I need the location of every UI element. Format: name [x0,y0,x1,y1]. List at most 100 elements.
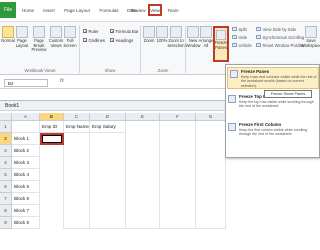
ruler-checkbox[interactable]: ✓ Ruler [83,28,99,34]
split-button[interactable]: Split [232,26,247,32]
menu-item-description: Keep the first column visible while scro… [239,128,308,137]
cell-a3[interactable]: Block 2 [12,145,40,157]
cell-a7[interactable]: Block 6 [12,193,40,205]
name-box[interactable]: B2 [4,79,48,87]
page-layout-label: Page Layout [15,38,29,48]
hide-button[interactable]: Hide [232,34,247,40]
tab-formulas[interactable]: Formulas [96,4,122,16]
select-all-corner[interactable] [0,113,12,121]
unhide-button[interactable]: Unhide [232,42,252,48]
grid-area[interactable] [90,133,126,229]
row-header[interactable]: 5 [0,169,12,181]
column-header[interactable]: B [40,113,64,121]
gridlines-label: Gridlines [88,37,106,43]
cell-d1[interactable]: Emp Salary [90,121,126,133]
normal-view-button[interactable]: Normal [1,26,15,44]
row-header[interactable]: 9 [0,217,12,229]
column-header[interactable]: E [126,113,160,121]
zoom-selection-label: Zoom to Selection [167,38,185,48]
grid-area[interactable] [196,121,226,229]
grid-area[interactable] [40,145,64,229]
cell-a2[interactable]: Block 1 [12,133,40,145]
zoom-to-selection-button[interactable]: Zoom to Selection [167,26,185,48]
zoom-button[interactable]: Zoom [143,26,155,44]
unhide-icon [232,43,237,47]
zoom-icon [143,26,155,38]
normal-view-label: Normal [1,38,15,43]
cell-a6[interactable]: Block 5 [12,181,40,193]
row-header[interactable]: 2 [0,133,12,145]
cell-a1[interactable] [12,121,40,133]
tab-insert[interactable]: Insert [40,4,58,16]
zoom-100-button[interactable]: 100% [156,26,168,44]
menu-item-description: Keep the top row visible while scrolling… [239,100,314,109]
tab-team[interactable]: Team [165,4,181,16]
split-icon [232,27,237,31]
fx-icon[interactable]: fx [60,78,64,84]
hide-label: Hide [238,34,248,40]
cell-c1[interactable]: Emp Name [64,121,90,133]
arrange-all-icon [200,26,212,38]
sync-scroll-label: Synchronous Scrolling [262,34,305,40]
grid-area[interactable] [64,133,90,229]
freeze-panes-icon [216,30,226,40]
sync-scroll-icon [256,35,261,39]
active-cell-b2[interactable] [40,133,64,145]
save-workspace-button[interactable]: Save Workspace [300,26,320,48]
page-break-icon [33,26,45,38]
freeze-panes-icon [230,70,238,78]
reset-window-position-button[interactable]: Reset Window Position [256,42,306,48]
new-window-button[interactable]: New Window [186,26,200,48]
menu-item-freeze-panes[interactable]: Freeze Panes Keep rows and columns visib… [227,67,319,89]
view-side-by-side-button[interactable]: View Side by Side [256,26,296,32]
cell-a4[interactable]: Block 3 [12,157,40,169]
column-header[interactable]: G [196,113,226,121]
workbook-views-group-label: Workbook Views [24,68,56,73]
full-screen-button[interactable]: Full Screen [63,26,77,48]
grid-area[interactable] [126,121,160,229]
column-header[interactable]: F [160,113,196,121]
tab-page-layout[interactable]: Page Layout [60,4,94,16]
arrange-all-button[interactable]: Arrange All [199,26,213,48]
formula-bar-checkbox[interactable]: ✓ Formula Bar [110,28,139,34]
gridlines-checkbox[interactable]: ✓ Gridlines [83,37,105,43]
group-divider [79,25,80,73]
headings-checkbox[interactable]: ✓ Headings [110,37,133,43]
custom-views-button[interactable]: Custom Views [49,26,63,48]
tab-view[interactable]: View [148,4,162,16]
save-workspace-label: Save Workspace [300,38,320,48]
zoom-100-label: 100% [156,38,168,43]
save-workspace-icon [305,26,317,38]
cell-a8[interactable]: Block 7 [12,205,40,217]
ribbon-tab-bar: File Home Insert Page Layout Formulas Da… [0,0,320,21]
page-layout-view-button[interactable]: Page Layout [15,26,29,48]
synchronous-scrolling-button[interactable]: Synchronous Scrolling [256,34,304,40]
tab-file[interactable]: File [0,2,16,18]
row-header[interactable]: 8 [0,205,12,217]
tab-home[interactable]: Home [18,4,38,16]
column-header[interactable]: C [64,113,90,121]
column-header[interactable]: A [12,113,40,121]
tab-review[interactable]: Review [128,4,148,16]
row-header[interactable]: 3 [0,145,12,157]
side-by-side-icon [256,27,261,31]
menu-item-freeze-first-column[interactable]: Freeze First Column Keep the first colum… [226,121,319,145]
full-screen-icon [64,26,76,38]
side-by-side-label: View Side by Side [262,26,297,32]
row-header[interactable]: 7 [0,193,12,205]
hide-icon [232,35,237,39]
split-label: Split [238,26,247,32]
grid-area[interactable] [160,121,196,229]
zoom-100-icon [156,26,168,38]
row-header[interactable]: 4 [0,157,12,169]
row-header[interactable]: 1 [0,121,12,133]
freeze-panes-button[interactable]: Freeze Panes [213,26,229,62]
checkbox-icon: ✓ [110,29,114,34]
cell-a9[interactable]: Block 8 [12,217,40,229]
row-header[interactable]: 6 [0,181,12,193]
cell-b1[interactable]: Emp ID [40,121,64,133]
cell-a5[interactable]: Block 4 [12,169,40,181]
full-screen-label: Full Screen [63,38,77,48]
column-header[interactable]: D [90,113,126,121]
page-break-preview-button[interactable]: Page Break Preview [30,26,48,53]
